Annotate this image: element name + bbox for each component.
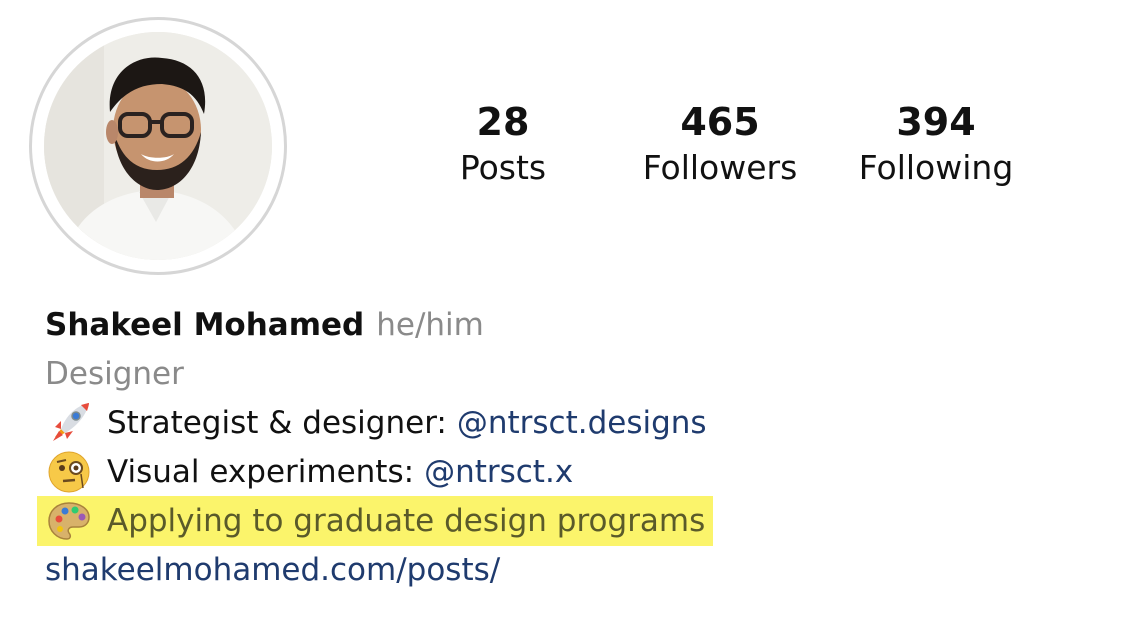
bio-line-applying: Applying to graduate design programs bbox=[37, 495, 1105, 546]
following-count: 394 bbox=[896, 100, 976, 144]
profile-bio: Shakeel Mohamed he/him Designer Strategi… bbox=[37, 300, 1105, 594]
monocle-face-icon bbox=[45, 448, 93, 496]
posts-label: Posts bbox=[459, 148, 547, 187]
rocket-icon bbox=[45, 399, 93, 447]
website-link[interactable]: shakeelmohamed.com/posts/ bbox=[45, 549, 500, 591]
following-stat[interactable]: 394 Following bbox=[848, 98, 1024, 190]
bio-strategist-text: Strategist & designer: bbox=[107, 404, 447, 441]
highlighted-text: Applying to graduate design programs bbox=[37, 495, 714, 546]
following-label: Following bbox=[858, 148, 1014, 187]
profile-category: Designer bbox=[45, 355, 184, 392]
posts-stat[interactable]: 28 Posts bbox=[443, 98, 563, 190]
mention-ntrsct-x-link[interactable]: @ntrsct.x bbox=[424, 451, 573, 493]
profile-name: Shakeel Mohamed bbox=[45, 306, 365, 343]
category-line: Designer bbox=[45, 349, 1105, 398]
avatar[interactable] bbox=[44, 32, 272, 260]
avatar-photo bbox=[44, 32, 272, 260]
followers-stat[interactable]: 465 Followers bbox=[628, 98, 812, 190]
bio-visual-text: Visual experiments: bbox=[107, 453, 415, 490]
mention-ntrsct-designs-link[interactable]: @ntrsct.designs bbox=[457, 402, 707, 444]
website-line: shakeelmohamed.com/posts/ bbox=[45, 545, 1105, 594]
followers-label: Followers bbox=[642, 148, 798, 187]
posts-count: 28 bbox=[476, 100, 530, 144]
profile-avatar-ring[interactable] bbox=[29, 17, 287, 275]
bio-applying-text: Applying to graduate design programs bbox=[107, 502, 706, 539]
profile-pronouns: he/him bbox=[376, 306, 484, 343]
palette-icon bbox=[45, 497, 93, 545]
followers-count: 465 bbox=[680, 100, 760, 144]
bio-line-strategist: Strategist & designer: @ntrsct.designs bbox=[45, 398, 1105, 447]
name-line: Shakeel Mohamed he/him bbox=[45, 300, 1105, 349]
bio-line-visual: Visual experiments: @ntrsct.x bbox=[45, 447, 1105, 496]
